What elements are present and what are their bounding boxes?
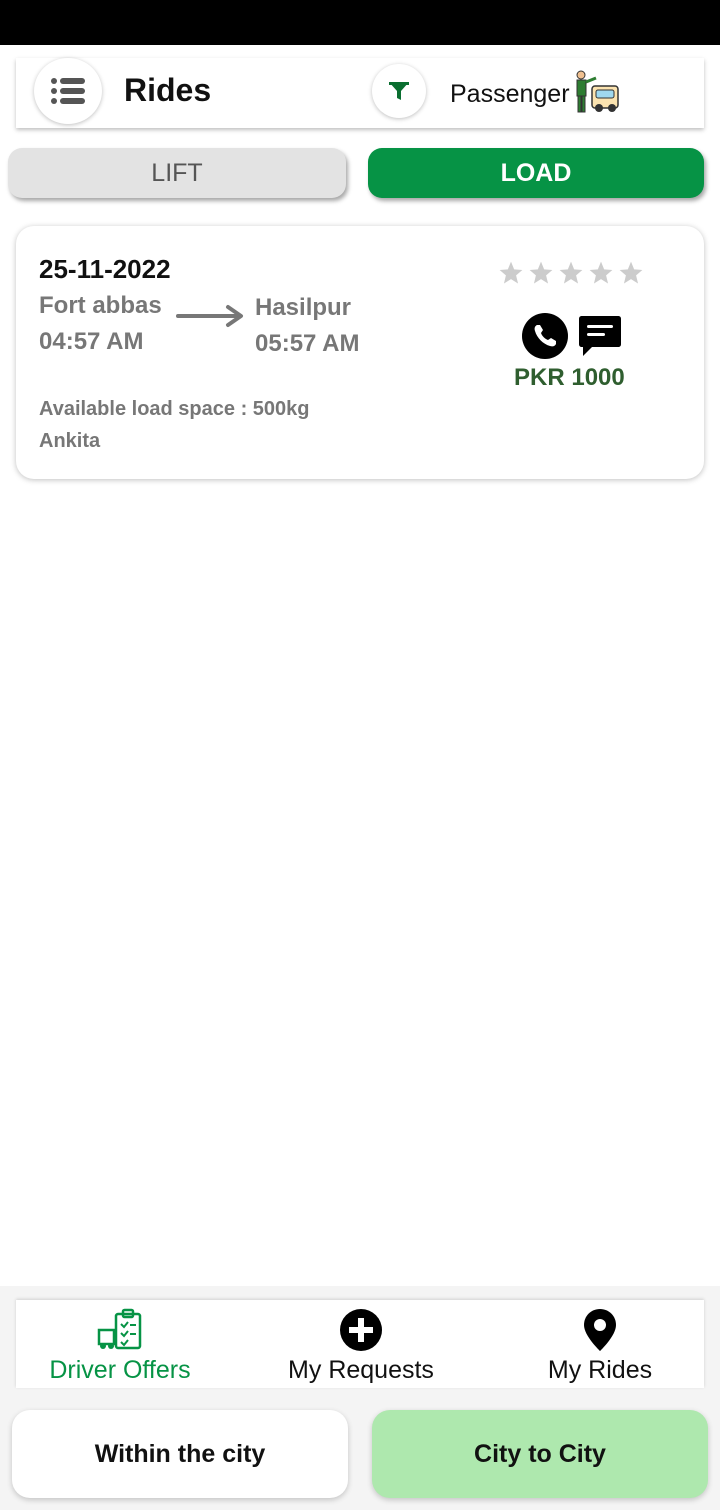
- menu-button[interactable]: [34, 58, 102, 124]
- filter-button[interactable]: [372, 64, 426, 118]
- ride-destination: Hasilpur: [255, 294, 352, 321]
- plus-circle-icon: [340, 1309, 382, 1351]
- list-menu-icon: [51, 78, 85, 104]
- tab-lift[interactable]: LIFT: [8, 148, 346, 198]
- location-pin-icon: [584, 1309, 616, 1351]
- nav-my-rides-label: My Rides: [547, 1356, 653, 1384]
- nav-driver-offers[interactable]: Driver Offers: [10, 1300, 230, 1388]
- nav-my-requests[interactable]: My Requests: [251, 1300, 471, 1388]
- star-icon[interactable]: [528, 260, 554, 286]
- tab-load[interactable]: LOAD: [368, 148, 704, 198]
- star-icon[interactable]: [498, 260, 524, 286]
- star-icon[interactable]: [588, 260, 614, 286]
- bottom-navigation: Driver Offers My Requests My Rides: [16, 1300, 704, 1388]
- ride-card[interactable]: 25-11-2022 Fort abbas 04:57 AM Hasilpur …: [16, 226, 704, 479]
- ride-date: 25-11-2022: [39, 254, 171, 284]
- top-app-bar: Rides Passenger: [16, 58, 704, 128]
- role-label[interactable]: Passenger: [450, 80, 570, 109]
- passenger-illustration-icon: [576, 70, 619, 113]
- nav-driver-offers-label: Driver Offers: [49, 1356, 191, 1384]
- route-arrow-icon: [176, 305, 243, 327]
- status-bar: [0, 0, 720, 45]
- ride-price: PKR 1000: [514, 364, 625, 391]
- driver-name: Ankita: [39, 430, 101, 452]
- phone-icon[interactable]: [522, 313, 568, 359]
- chat-message-icon[interactable]: [578, 314, 622, 358]
- load-space-text: Available load space : 500kg: [39, 398, 310, 420]
- within-city-button[interactable]: Within the city: [12, 1410, 348, 1498]
- ride-arrival-time: 05:57 AM: [255, 330, 360, 357]
- city-to-city-button[interactable]: City to City: [372, 1410, 708, 1498]
- ride-origin: Fort abbas: [39, 292, 162, 319]
- nav-my-rides[interactable]: My Rides: [490, 1300, 710, 1388]
- rating-stars: [498, 260, 644, 286]
- star-icon[interactable]: [558, 260, 584, 286]
- filter-icon: [389, 82, 409, 100]
- star-icon[interactable]: [618, 260, 644, 286]
- ride-departure-time: 04:57 AM: [39, 328, 144, 355]
- driver-offers-icon: [97, 1308, 142, 1350]
- page-title: Rides: [124, 72, 212, 108]
- nav-my-requests-label: My Requests: [288, 1356, 434, 1384]
